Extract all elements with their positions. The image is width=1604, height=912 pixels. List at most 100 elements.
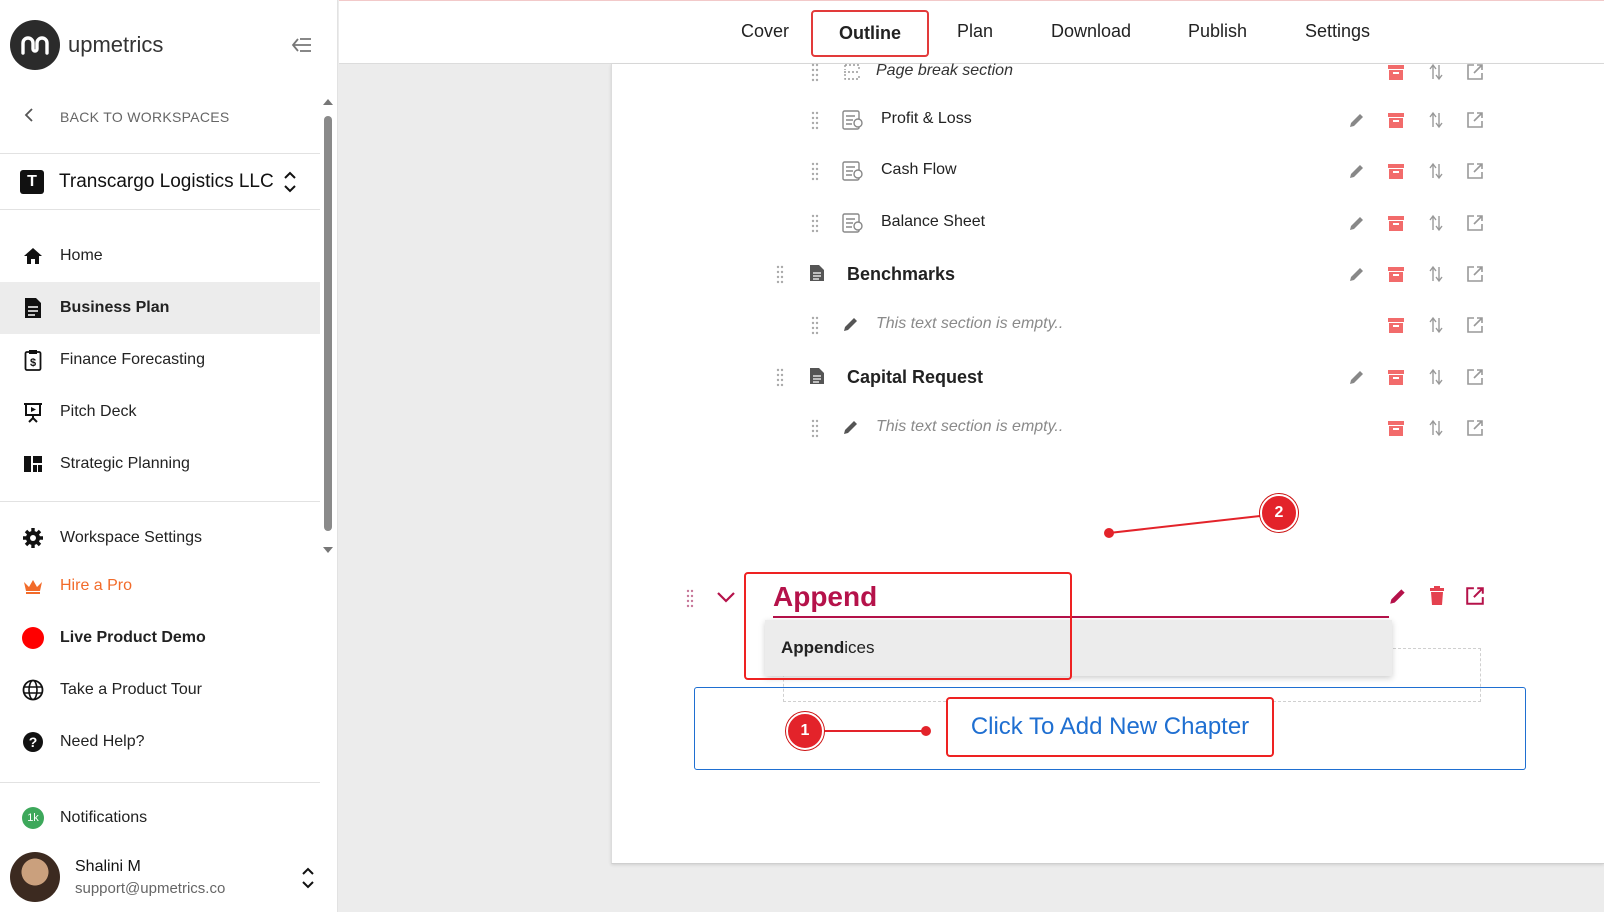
drag-handle-icon[interactable]: [811, 62, 821, 82]
outline-row-profit-loss[interactable]: Profit & Loss: [612, 100, 1604, 140]
edit-icon[interactable]: [1388, 586, 1408, 611]
nav-label: Live Product Demo: [60, 629, 206, 646]
edit-icon[interactable]: [1345, 365, 1369, 389]
row-label: This text section is empty..: [876, 315, 1064, 332]
open-external-icon[interactable]: [1463, 262, 1487, 286]
user-email: support@upmetrics.co: [75, 879, 226, 897]
delete-icon[interactable]: [1384, 108, 1408, 132]
open-external-icon[interactable]: [1465, 586, 1485, 611]
sidebar-scrollbar[interactable]: [322, 96, 334, 556]
delete-icon[interactable]: [1384, 313, 1408, 337]
outline-row-empty-text[interactable]: This text section is empty..: [612, 408, 1604, 448]
nav-item-pitch-deck[interactable]: Pitch Deck: [0, 386, 320, 438]
open-external-icon[interactable]: [1463, 416, 1487, 440]
edit-icon[interactable]: [1345, 262, 1369, 286]
tab-download[interactable]: Download: [1051, 21, 1131, 42]
tab-publish[interactable]: Publish: [1188, 21, 1247, 42]
delete-icon[interactable]: [1384, 262, 1408, 286]
reorder-icon[interactable]: [1424, 313, 1448, 337]
scroll-thumb[interactable]: [324, 116, 332, 531]
drag-handle-icon[interactable]: [811, 213, 821, 233]
edit-icon[interactable]: [1345, 159, 1369, 183]
outline-row-capital-request[interactable]: Capital Request: [612, 357, 1604, 397]
outline-row-cash-flow[interactable]: Cash Flow: [612, 151, 1604, 191]
nav-item-finance-forecasting[interactable]: $ Finance Forecasting: [0, 334, 320, 386]
reorder-icon[interactable]: [1424, 365, 1448, 389]
gear-icon: [22, 527, 44, 549]
back-to-workspaces-link[interactable]: BACK TO WORKSPACES: [24, 108, 230, 125]
nav-label: Strategic Planning: [60, 455, 190, 472]
nav-item-product-tour[interactable]: Take a Product Tour: [0, 664, 320, 716]
dashboard-icon: [22, 453, 44, 475]
nav-item-need-help[interactable]: ? Need Help?: [0, 716, 320, 768]
nav-label: Hire a Pro: [60, 577, 133, 594]
reorder-icon[interactable]: [1424, 211, 1448, 235]
workspace-switcher[interactable]: T Transcargo Logistics LLC: [20, 168, 300, 196]
financial-table-icon: [842, 110, 864, 132]
open-external-icon[interactable]: [1463, 159, 1487, 183]
tab-plan[interactable]: Plan: [957, 21, 993, 42]
nav-label: Home: [60, 247, 103, 264]
nav-label: Notifications: [60, 809, 148, 826]
document-icon: [809, 367, 831, 389]
nav-item-live-product-demo[interactable]: Live Product Demo: [0, 612, 320, 664]
outline-row-balance-sheet[interactable]: Balance Sheet: [612, 203, 1604, 243]
outline-row-benchmarks[interactable]: Benchmarks: [612, 254, 1604, 294]
reorder-icon[interactable]: [1424, 60, 1448, 84]
pencil-icon: [842, 315, 864, 337]
presentation-icon: [22, 401, 44, 423]
tab-settings[interactable]: Settings: [1305, 21, 1370, 42]
open-external-icon[interactable]: [1463, 365, 1487, 389]
notification-badge: 1k: [22, 807, 44, 829]
delete-icon[interactable]: [1384, 60, 1408, 84]
nav-item-workspace-settings[interactable]: Workspace Settings: [0, 512, 320, 564]
open-external-icon[interactable]: [1463, 211, 1487, 235]
reorder-icon[interactable]: [1424, 108, 1448, 132]
avatar: [10, 852, 60, 902]
upmetrics-logo-icon: [10, 20, 60, 70]
drag-handle-icon[interactable]: [811, 161, 821, 181]
drag-handle-icon[interactable]: [811, 315, 821, 335]
collapse-sidebar-icon[interactable]: [290, 34, 316, 56]
outline-row-empty-text[interactable]: This text section is empty..: [612, 305, 1604, 345]
delete-icon[interactable]: [1384, 211, 1408, 235]
nav-label: Need Help?: [60, 733, 145, 750]
nav-item-business-plan[interactable]: Business Plan: [0, 282, 320, 334]
add-new-chapter-button[interactable]: Click To Add New Chapter: [946, 697, 1274, 757]
reorder-icon[interactable]: [1424, 262, 1448, 286]
drag-handle-icon[interactable]: [776, 367, 786, 387]
pencil-icon: [842, 418, 864, 440]
drag-handle-icon[interactable]: [811, 418, 821, 438]
reorder-icon[interactable]: [1424, 416, 1448, 440]
finance-clipboard-icon: $: [22, 349, 44, 371]
open-external-icon[interactable]: [1463, 313, 1487, 337]
reorder-icon[interactable]: [1424, 159, 1448, 183]
open-external-icon[interactable]: [1463, 60, 1487, 84]
edit-icon[interactable]: [1345, 211, 1369, 235]
red-dot-icon: [22, 627, 44, 649]
delete-icon[interactable]: [1384, 416, 1408, 440]
trash-icon[interactable]: [1428, 586, 1446, 611]
annotation-highlight: [744, 572, 1072, 680]
edit-icon[interactable]: [1345, 108, 1369, 132]
delete-icon[interactable]: [1384, 159, 1408, 183]
nav-item-notifications[interactable]: 1k Notifications: [0, 792, 320, 844]
nav-item-strategic-planning[interactable]: Strategic Planning: [0, 438, 320, 490]
drag-handle-icon[interactable]: [811, 110, 821, 130]
help-icon: ?: [22, 731, 44, 753]
chevron-down-icon[interactable]: [716, 590, 736, 609]
tab-outline[interactable]: Outline: [811, 10, 929, 57]
open-external-icon[interactable]: [1463, 108, 1487, 132]
financial-table-icon: [842, 161, 864, 183]
tab-cover[interactable]: Cover: [741, 21, 789, 42]
nav-item-hire-a-pro[interactable]: Hire a Pro: [0, 560, 320, 612]
drag-handle-icon[interactable]: [776, 264, 786, 284]
user-profile[interactable]: Shalini M support@upmetrics.co: [10, 852, 225, 902]
nav-item-home[interactable]: Home: [0, 230, 320, 282]
drag-handle-icon[interactable]: [686, 588, 694, 613]
back-label: BACK TO WORKSPACES: [60, 108, 230, 125]
delete-icon[interactable]: [1384, 365, 1408, 389]
brand[interactable]: upmetrics: [10, 20, 163, 70]
unfold-icon[interactable]: [300, 864, 316, 892]
outline-row-page-break[interactable]: Page break section: [612, 52, 1604, 92]
